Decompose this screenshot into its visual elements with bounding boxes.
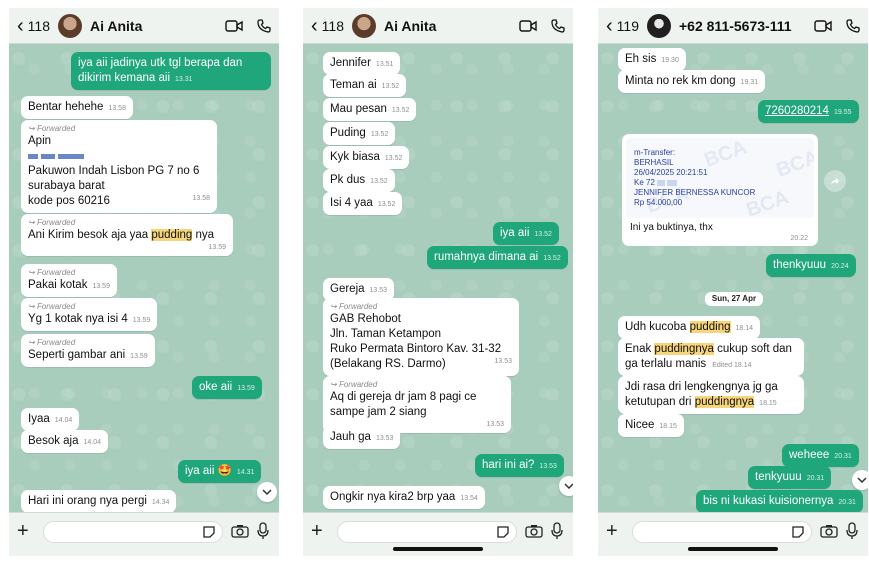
chat-header: ‹ 118 Ai Anita: [9, 8, 279, 44]
composer-bar: +: [303, 512, 573, 556]
phone-icon[interactable]: [257, 18, 271, 33]
message-incoming[interactable]: Besok aja 14.04: [21, 430, 109, 453]
message-outgoing[interactable]: iya aii 🤩 14.31: [178, 460, 262, 483]
message-incoming[interactable]: Eh sis 19.30: [618, 48, 686, 71]
message-incoming[interactable]: Jauh ga 13.53: [323, 426, 401, 449]
message-incoming[interactable]: Iyaa 14.04: [21, 408, 80, 431]
chat-screen-3: ‹ 119 +62 811-5673-111 Eh sis 19.30 Minta…: [598, 8, 868, 556]
avatar[interactable]: [352, 13, 376, 38]
chat-screen-2: ‹ 118 Ai Anita Jennifer 13.51 Teman ai 13.…: [303, 8, 573, 556]
avatar[interactable]: [58, 13, 82, 38]
camera-icon[interactable]: [231, 524, 249, 538]
message-outgoing[interactable]: hari ini ai? 13.53: [475, 454, 564, 477]
message-outgoing[interactable]: tenkyuuu 20.31: [748, 466, 832, 489]
chevron-left-icon[interactable]: ‹: [17, 16, 24, 36]
contact-name[interactable]: Ai Anita: [90, 18, 211, 34]
message-incoming[interactable]: Jdi rasa dri lengkengnya jg ga ketutupan…: [618, 376, 804, 414]
message-outgoing[interactable]: iya aii 13.52: [493, 222, 559, 245]
chevron-down-icon: [857, 477, 867, 483]
unread-count: 118: [27, 17, 50, 34]
camera-icon[interactable]: [820, 524, 838, 538]
message-incoming[interactable]: Pk dus 13.52: [323, 169, 395, 192]
message-forwarded[interactable]: ↪ Forwarded Aq di gereja dr jam 8 pagi c…: [323, 376, 511, 434]
video-call-icon[interactable]: [814, 19, 832, 33]
video-call-icon[interactable]: [225, 19, 243, 33]
date-separator: Sun, 27 Apr: [705, 292, 763, 306]
message-input[interactable]: [43, 521, 223, 543]
microphone-icon[interactable]: [551, 522, 563, 540]
avatar[interactable]: [647, 13, 671, 38]
message-incoming[interactable]: Ongkir nya kira2 brp yaa 13.54: [323, 486, 485, 509]
message-incoming[interactable]: Puding 13.52: [323, 122, 396, 145]
message-incoming[interactable]: Udh kucoba pudding 18.14: [618, 316, 761, 339]
message-forwarded[interactable]: ↪ Forwarded Apin Pakuwon Indah Lisbon PG…: [21, 120, 217, 214]
scroll-down-button[interactable]: [559, 476, 573, 496]
message-outgoing[interactable]: thenkyuuu 20.24: [766, 254, 856, 277]
phone-icon[interactable]: [846, 18, 860, 33]
message-incoming[interactable]: Minta no rek km dong 19.31: [618, 70, 766, 93]
message-incoming[interactable]: Nicee 18.15: [618, 414, 684, 437]
message-incoming[interactable]: Kyk biasa 13.52: [323, 146, 410, 169]
composer-bar: +: [9, 512, 279, 556]
home-indicator[interactable]: [688, 547, 778, 551]
contact-name[interactable]: +62 811-5673-111: [679, 18, 800, 34]
contact-name[interactable]: Ai Anita: [384, 18, 505, 34]
message-outgoing[interactable]: oke aii 13.59: [192, 376, 262, 399]
chevron-down-icon: [262, 489, 272, 495]
message-incoming[interactable]: Bentar hehehe 13.58: [21, 96, 133, 119]
message-incoming[interactable]: Teman ai 13.52: [323, 74, 407, 97]
microphone-icon[interactable]: [846, 522, 858, 540]
message-forwarded[interactable]: ↪ Forwarded Pakai kotak 13.59: [21, 264, 117, 298]
edited-label: Edited 18.14: [712, 361, 752, 369]
message-incoming[interactable]: Enak puddingnya cukup soft dan ga terlal…: [618, 338, 804, 376]
chevron-left-icon[interactable]: ‹: [311, 16, 318, 36]
message-forwarded[interactable]: ↪ Forwarded GAB Rehobot Jln. Taman Ketam…: [323, 298, 519, 377]
phone-icon[interactable]: [551, 18, 565, 33]
message-incoming[interactable]: Isi 4 yaa 13.52: [323, 192, 403, 215]
scroll-down-button[interactable]: [852, 470, 868, 490]
message-outgoing[interactable]: iya aii jadinya utk tgl berapa dan dikir…: [71, 52, 271, 90]
message-incoming[interactable]: Mau pesan 13.52: [323, 98, 417, 121]
camera-icon[interactable]: [525, 524, 543, 538]
sticker-icon[interactable]: [202, 525, 216, 539]
message-forwarded[interactable]: ↪ Forwarded Seperti gambar ani 13.59: [21, 334, 155, 368]
plus-icon[interactable]: +: [606, 521, 618, 541]
unread-count: 119: [616, 17, 639, 34]
plus-icon[interactable]: +: [311, 521, 323, 541]
message-incoming[interactable]: Jennifer 13.51: [323, 52, 401, 75]
composer-bar: +: [598, 512, 868, 556]
account-number-link[interactable]: 7260280214: [765, 105, 829, 117]
chat-screen-1: ‹ 118 Ai Anita iya aii jadinya utk tgl b…: [9, 8, 279, 556]
message-forwarded[interactable]: ↪ Forwarded Ani Kirim besok aja yaa pudd…: [21, 214, 233, 257]
transfer-receipt-image[interactable]: BCA BCA BCA BCA m-Transfer: BERHASIL 26/…: [622, 134, 818, 246]
message-outgoing[interactable]: bis ni kukasi kuisionernya 20.31: [696, 490, 863, 513]
message-input[interactable]: [632, 521, 812, 543]
scroll-down-button[interactable]: [257, 482, 277, 502]
message-outgoing[interactable]: 7260280214 19.55: [758, 100, 859, 123]
receipt-image: BCA BCA BCA BCA m-Transfer: BERHASIL 26/…: [626, 138, 814, 218]
message-outgoing[interactable]: weheee 20.31: [782, 444, 859, 467]
sticker-icon[interactable]: [496, 525, 510, 539]
message-incoming[interactable]: Hari ini orang nya pergi 14.34: [21, 490, 177, 513]
plus-icon[interactable]: +: [17, 521, 29, 541]
share-button[interactable]: [824, 170, 846, 192]
message-outgoing[interactable]: rumahnya dimana ai 13.52: [427, 246, 568, 269]
unread-count: 118: [321, 17, 344, 34]
chevron-left-icon[interactable]: ‹: [606, 16, 613, 36]
chat-header: ‹ 119 +62 811-5673-111: [598, 8, 868, 44]
message-input[interactable]: [337, 521, 517, 543]
video-call-icon[interactable]: [519, 19, 537, 33]
microphone-icon[interactable]: [257, 522, 269, 540]
share-icon: [831, 178, 839, 185]
message-forwarded[interactable]: ↪ Forwarded Yg 1 kotak nya isi 4 13.59: [21, 298, 158, 332]
chat-header: ‹ 118 Ai Anita: [303, 8, 573, 44]
forwarded-label: ↪ Forwarded: [28, 124, 76, 133]
home-indicator[interactable]: [393, 547, 483, 551]
chevron-down-icon: [564, 483, 573, 489]
sticker-icon[interactable]: [791, 525, 805, 539]
redacted-phone: [28, 149, 210, 164]
